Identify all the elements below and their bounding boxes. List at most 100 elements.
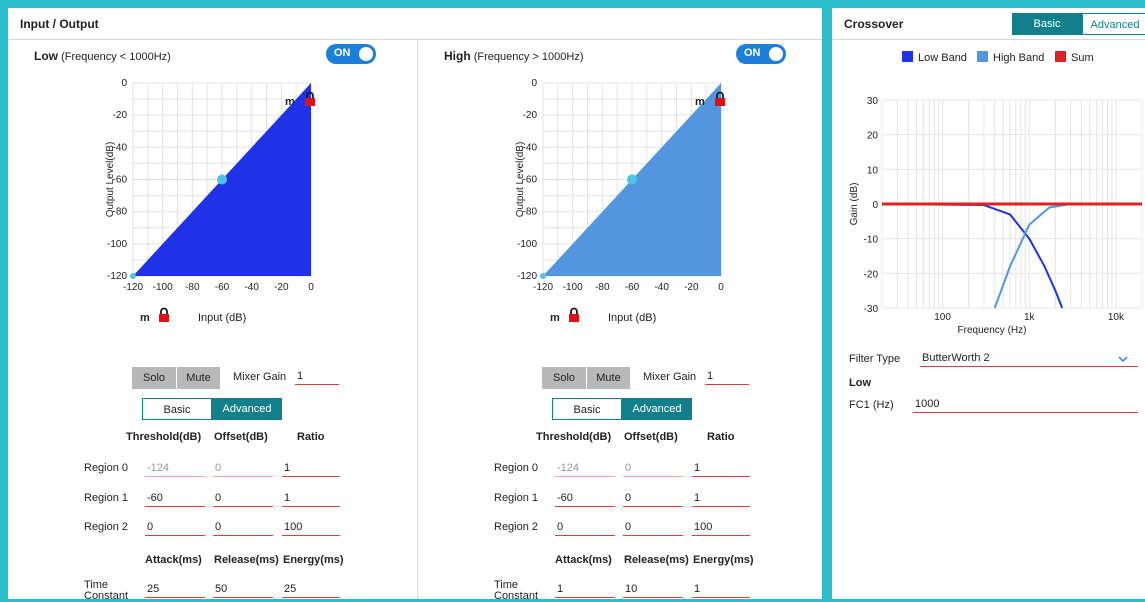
ratio-input[interactable]: 100 [692, 519, 750, 536]
y-tick-label: -20 [864, 269, 879, 280]
offset-input[interactable]: 0 [623, 460, 683, 477]
release-column-header: Release(ms) [624, 554, 689, 566]
crossover-panel: Crossover Basic Advanced Low Band High B… [832, 8, 1145, 599]
compressor-curve-chart: 0-20-40-60-80-100-120-120 -100 -80 -60 -40 -2… [515, 78, 724, 293]
tab-basic[interactable]: Basic [1012, 13, 1082, 35]
solo-button[interactable]: Solo [542, 367, 586, 389]
region-label: Region 0 [494, 462, 539, 474]
compressor-curve-chart: 0-20-40-60-80-100-120-120 -100 -80 -60 -40 -2… [105, 78, 314, 293]
threshold-input[interactable]: -60 [555, 490, 615, 507]
filter-type-select[interactable]: ButterWorth 2 [920, 350, 1138, 367]
threshold-input[interactable]: -124 [145, 460, 205, 477]
x-tick-label: -60 [625, 282, 640, 293]
x-tick-label: 0 [308, 282, 314, 293]
offset-input[interactable]: 0 [623, 490, 683, 507]
threshold-input[interactable]: -60 [145, 490, 205, 507]
offset-column-header: Offset(dB) [214, 431, 268, 443]
series-line [993, 203, 1142, 309]
filter-type-label: Filter Type [849, 353, 901, 365]
x-axis-title: Frequency (Hz) [958, 325, 1027, 336]
legend-low-band: Low Band [902, 51, 967, 64]
time-label-line2: Constant [84, 590, 129, 602]
y-tick-label: -100 [107, 239, 127, 250]
solo-button[interactable]: Solo [132, 367, 176, 389]
fc1-input[interactable]: 1000 [913, 396, 1138, 413]
offset-input[interactable]: 0 [623, 519, 683, 536]
legend-label: High Band [993, 52, 1045, 64]
section-low-label: Low [849, 377, 871, 389]
y-tick-label: -100 [517, 239, 537, 250]
legend-swatch [1055, 51, 1066, 62]
panel-title: Input / Output [20, 17, 99, 31]
ratio-input[interactable]: 1 [692, 460, 750, 477]
chevron-down-icon[interactable] [1118, 355, 1128, 363]
ratio-column-header: Ratio [707, 431, 735, 443]
mode-advanced-button[interactable]: Advanced [622, 398, 692, 420]
attack-input[interactable]: 25 [145, 581, 205, 598]
lock-icon[interactable] [304, 91, 316, 106]
tab-advanced[interactable]: Advanced [1082, 13, 1145, 35]
mute-button[interactable]: Mute [587, 367, 630, 389]
lock-icon[interactable] [158, 307, 170, 322]
crossover-chart: 3020100-10-20-30100 1k 10kFrequency (Hz)Ga… [849, 96, 1143, 336]
x-axis-title: Input (dB) [608, 312, 657, 324]
mute-button[interactable]: Mute [177, 367, 220, 389]
attack-input[interactable]: 1 [555, 581, 615, 598]
threshold-input[interactable]: -124 [555, 460, 615, 477]
band-enable-toggle[interactable]: ON [736, 44, 786, 64]
mixer-gain-input[interactable]: 1 [295, 368, 339, 385]
input-output-panel: Input / Output Low (Frequency < 1000Hz) … [8, 8, 822, 602]
time-label-line2: Constant [494, 590, 539, 602]
x-tick-label: -120 [123, 282, 143, 293]
threshold-label: m [550, 312, 560, 324]
band-enable-toggle[interactable]: ON [326, 44, 376, 64]
mixer-gain-input[interactable]: 1 [705, 368, 749, 385]
attack-column-header: Attack(ms) [555, 554, 612, 566]
legend-sum: Sum [1055, 51, 1094, 64]
threshold-input[interactable]: 0 [145, 519, 205, 536]
legend-high-band: High Band [977, 51, 1044, 64]
makeup-label: m [285, 96, 295, 108]
band-name: Low [34, 49, 58, 63]
energy-input[interactable]: 1 [692, 581, 750, 598]
ratio-input[interactable]: 1 [282, 460, 340, 477]
release-input[interactable]: 50 [213, 581, 273, 598]
y-axis-title: Output Level(dB) [515, 142, 526, 218]
toggle-label: ON [334, 47, 351, 59]
makeup-label: m [695, 96, 705, 108]
y-tick-label: -20 [113, 110, 128, 121]
x-tick-label: -40 [244, 282, 259, 293]
offset-input[interactable]: 0 [213, 490, 273, 507]
lock-icon[interactable] [714, 91, 726, 106]
band-range: (Frequency > 1000Hz) [473, 51, 584, 63]
energy-column-header: Energy(ms) [693, 554, 754, 566]
band-name: High [444, 49, 471, 63]
energy-input[interactable]: 25 [282, 581, 340, 598]
ratio-input[interactable]: 1 [282, 490, 340, 507]
mode-basic-button[interactable]: Basic [142, 398, 212, 420]
region-handle [627, 174, 637, 185]
x-tick-label: 1k [1024, 312, 1036, 323]
legend-label: Sum [1071, 52, 1094, 64]
offset-input[interactable]: 0 [213, 519, 273, 536]
y-tick-label: -120 [107, 271, 127, 282]
lock-icon[interactable] [568, 307, 580, 322]
region-handle [130, 273, 136, 279]
offset-input[interactable]: 0 [213, 460, 273, 477]
ratio-column-header: Ratio [297, 431, 325, 443]
mode-advanced-button[interactable]: Advanced [212, 398, 282, 420]
region-label: Region 1 [84, 492, 129, 504]
release-input[interactable]: 10 [623, 581, 683, 598]
ratio-input[interactable]: 1 [692, 490, 750, 507]
legend-swatch [977, 51, 988, 62]
band-low: Low (Frequency < 1000Hz) ON 0 -20 -40 -60 -8… [8, 40, 412, 602]
mode-basic-button[interactable]: Basic [552, 398, 622, 420]
threshold-input[interactable]: 0 [555, 519, 615, 536]
x-tick-label: -100 [563, 282, 583, 293]
ratio-input[interactable]: 100 [282, 519, 340, 536]
x-tick-label: -60 [215, 282, 230, 293]
legend-swatch [902, 51, 913, 62]
y-tick-label: 20 [867, 131, 879, 142]
band-title: High (Frequency > 1000Hz) [444, 49, 583, 63]
header-divider [832, 39, 1145, 40]
